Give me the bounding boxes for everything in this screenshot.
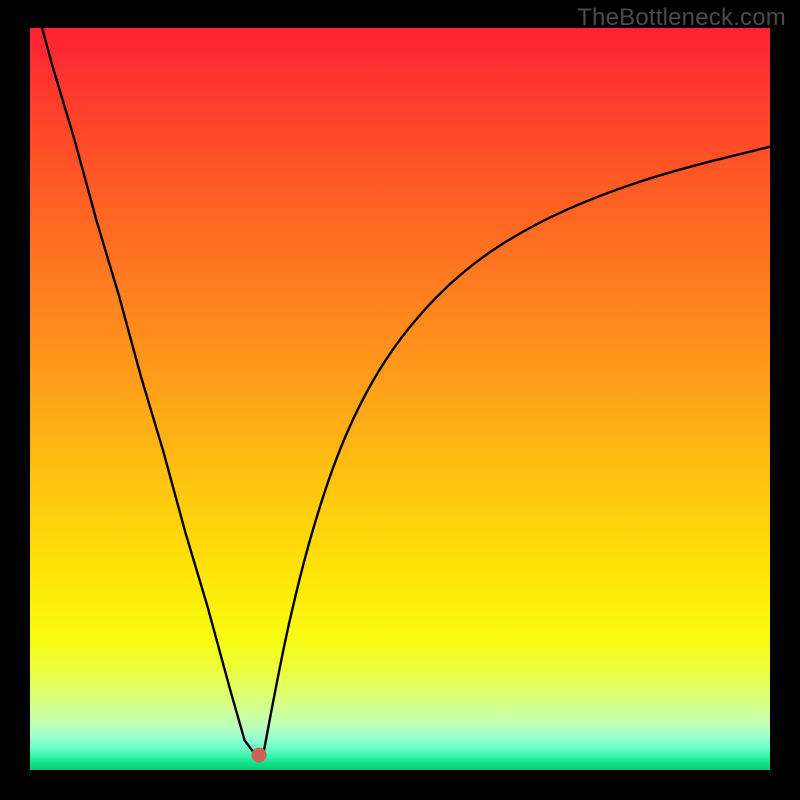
minimum-point-dot — [252, 748, 267, 763]
plot-area — [30, 28, 770, 770]
chart-frame: TheBottleneck.com — [0, 0, 800, 800]
watermark-label: TheBottleneck.com — [577, 4, 786, 32]
bottleneck-curve — [30, 28, 770, 770]
